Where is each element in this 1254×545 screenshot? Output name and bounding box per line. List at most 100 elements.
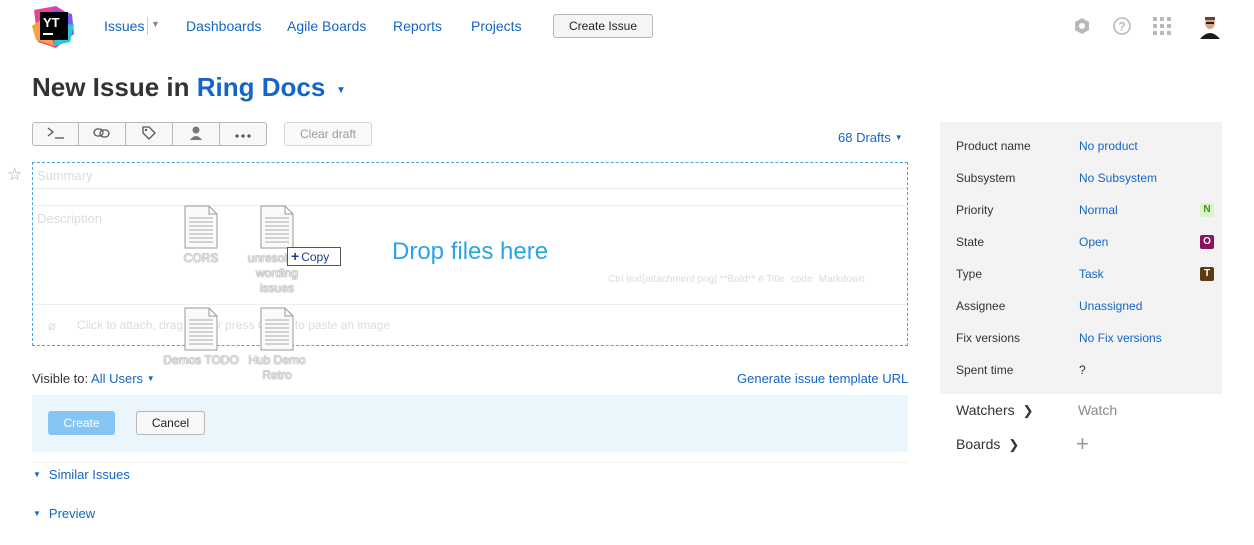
field-spent-time[interactable]: Spent time ? <box>956 363 1216 381</box>
svg-text:?: ? <box>1118 20 1125 34</box>
field-value[interactable]: No product <box>1079 139 1138 153</box>
field-value[interactable]: Task <box>1079 267 1104 281</box>
visibility-selector[interactable]: All Users ▼ <box>91 371 155 386</box>
summary-input[interactable]: Summary <box>37 168 93 183</box>
add-board-icon[interactable]: + <box>1076 433 1089 455</box>
editor-toolbar <box>32 122 267 146</box>
assignee-icon <box>188 125 204 144</box>
field-fix-versions[interactable]: Fix versions No Fix versions <box>956 331 1216 349</box>
boards-toggle[interactable]: Boards ❯ <box>956 436 1019 453</box>
page-title: New Issue in Ring Docs <box>32 72 325 103</box>
preview-toggle[interactable]: ▼ Preview <box>33 506 95 521</box>
field-label: Assignee <box>956 299 1006 313</box>
nav-dashboards[interactable]: Dashboards <box>186 18 262 34</box>
file-name: Hub Demo Retro <box>248 353 306 382</box>
svg-text:YT: YT <box>43 15 60 30</box>
field-subsystem[interactable]: Subsystem No Subsystem <box>956 171 1216 189</box>
create-issue-button[interactable]: Create Issue <box>553 14 653 38</box>
field-value[interactable]: ? <box>1079 363 1086 377</box>
similar-issues-label: Similar Issues <box>48 467 130 482</box>
markdown-link[interactable]: Markdown <box>819 274 865 285</box>
copy-drop-tooltip: + Copy <box>287 247 341 266</box>
nav-agile-boards[interactable]: Agile Boards <box>287 18 366 34</box>
boards-label: Boards <box>956 436 1001 452</box>
field-label: State <box>956 235 985 249</box>
field-assignee[interactable]: Assignee Unassigned <box>956 299 1216 317</box>
field-value[interactable]: No Fix versions <box>1079 331 1162 345</box>
issues-dropdown-icon[interactable]: ▼ <box>151 19 160 29</box>
document-icon <box>232 205 322 249</box>
hexagon-icon[interactable] <box>1072 16 1092 36</box>
field-value[interactable]: Open <box>1079 235 1108 249</box>
drop-files-label: Drop files here <box>392 238 549 265</box>
divider <box>33 304 907 305</box>
chevron-right-icon: ❯ <box>1008 437 1020 452</box>
project-dropdown-icon[interactable]: ▼ <box>336 85 346 96</box>
title-prefix: New Issue in <box>32 72 190 102</box>
drafts-label: 68 Drafts <box>838 130 891 145</box>
nav-separator <box>147 17 148 35</box>
help-icon[interactable]: ? <box>1112 16 1132 36</box>
drafts-caret-icon: ▼ <box>894 133 903 142</box>
field-priority[interactable]: Priority Normal N <box>956 203 1216 221</box>
cancel-button[interactable]: Cancel <box>136 411 205 435</box>
link-icon <box>93 127 111 142</box>
link-issue-button[interactable] <box>79 122 126 146</box>
clear-draft-button[interactable]: Clear draft <box>284 122 372 146</box>
expand-icon: ▼ <box>33 509 41 518</box>
field-label: Product name <box>956 139 1031 153</box>
issue-fields-panel <box>940 122 1222 394</box>
field-label: Spent time <box>956 363 1014 377</box>
visibility-value: All Users <box>91 371 144 386</box>
markup-hint-text: Ctrl text[attachment.png] **Bold** # Tit… <box>608 274 816 285</box>
field-value[interactable]: Unassigned <box>1079 299 1142 313</box>
document-icon <box>232 307 322 351</box>
visibility-caret-icon: ▼ <box>146 374 155 383</box>
visibility-label: Visible to: <box>32 371 89 386</box>
visibility-row: Visible to: All Users ▼ <box>32 371 155 386</box>
plus-icon: + <box>291 248 300 264</box>
expand-icon: ▼ <box>33 470 41 479</box>
preview-label: Preview <box>48 506 96 521</box>
field-state[interactable]: State Open O <box>956 235 1216 253</box>
priority-badge: N <box>1200 203 1214 217</box>
command-icon <box>47 126 65 142</box>
similar-issues-toggle[interactable]: ▼ Similar Issues <box>33 467 130 482</box>
user-avatar[interactable] <box>1198 15 1222 39</box>
nav-issues[interactable]: Issues <box>104 18 144 34</box>
field-value[interactable]: Normal <box>1079 203 1118 217</box>
description-input[interactable]: Description <box>37 211 102 226</box>
tag-icon <box>141 125 157 144</box>
assignee-button[interactable] <box>173 122 220 146</box>
watchers-label: Watchers <box>956 402 1015 418</box>
field-label: Fix versions <box>956 331 1021 345</box>
drafts-dropdown[interactable]: 68 Drafts ▼ <box>838 130 903 145</box>
dragged-file[interactable]: Hub Demo Retro <box>232 307 322 383</box>
state-badge: O <box>1200 235 1214 249</box>
field-value[interactable]: No Subsystem <box>1079 171 1157 185</box>
paperclip-icon: ⌀ <box>48 318 56 333</box>
field-label: Priority <box>956 203 994 217</box>
youtrack-logo[interactable]: YT <box>32 6 74 48</box>
field-type[interactable]: Type Task T <box>956 267 1216 285</box>
divider <box>33 188 907 189</box>
watchers-toggle[interactable]: Watchers ❯ <box>956 402 1034 419</box>
nav-projects[interactable]: Projects <box>471 18 522 34</box>
apps-grid-icon[interactable] <box>1152 16 1172 36</box>
command-button[interactable] <box>32 122 79 146</box>
more-icon <box>234 127 252 142</box>
chevron-right-icon: ❯ <box>1022 403 1034 418</box>
field-label: Subsystem <box>956 171 1016 185</box>
generate-template-url-link[interactable]: Generate issue template URL <box>737 371 908 386</box>
watch-button[interactable]: Watch <box>1078 402 1117 418</box>
project-selector[interactable]: Ring Docs <box>197 72 326 102</box>
star-icon[interactable]: ☆ <box>7 165 22 185</box>
field-label: Type <box>956 267 983 281</box>
create-button[interactable]: Create <box>48 411 115 435</box>
add-tag-button[interactable] <box>126 122 173 146</box>
type-badge: T <box>1200 267 1214 281</box>
field-product-name[interactable]: Product name No product <box>956 139 1216 157</box>
markup-hint: Ctrl text[attachment.png] **Bold** # Tit… <box>608 274 865 285</box>
nav-reports[interactable]: Reports <box>393 18 442 34</box>
more-actions-button[interactable] <box>220 122 267 146</box>
